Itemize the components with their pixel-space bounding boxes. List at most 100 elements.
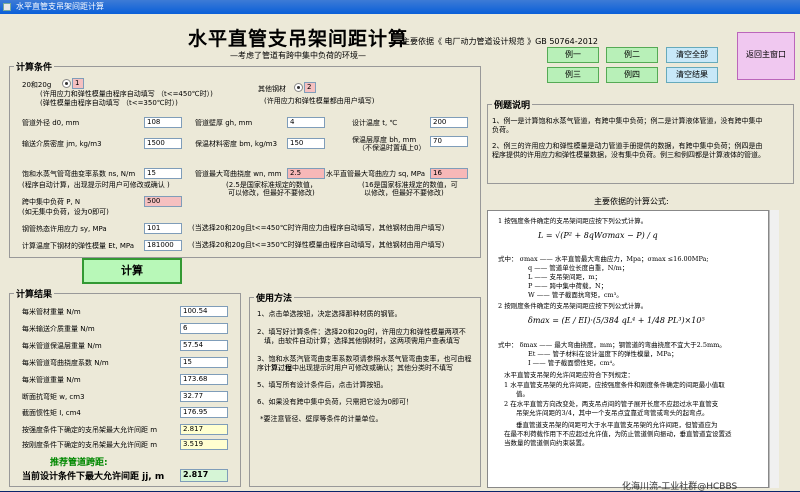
bending-coef-output: 15 [180,357,228,368]
pipe-weight-output: 100.54 [180,306,228,317]
formula-line: q —— 管道单位长度自重，N/m； [528,264,629,272]
concentrated-load-input[interactable]: 500 [144,196,182,207]
usage-legend: 使用方法 [254,291,295,304]
max-spacing-label: 当前设计条件下最大允许间距 jj, m [22,472,165,482]
result-label: 截面惯性矩 I, cm4 [22,409,81,417]
insulation-thickness-hint: （不保温时置填上0） [358,144,426,152]
result-label: 每米管道保温层重量 N/m [22,342,102,350]
design-temperature-input[interactable]: 200 [430,117,468,128]
clear-all-button[interactable]: 清空全部 [666,47,718,63]
allowable-stress-input[interactable]: 101 [144,223,182,234]
formula-line: 值。 [516,390,529,398]
example-1-button[interactable]: 例一 [547,47,599,63]
field-label: 设计温度 t, ℃ [352,119,398,127]
usage-line: 计算过程中出现提示时用户可修改或确认；其他分类时不填写 [264,364,453,372]
max-deflection-input[interactable]: 2.5 [287,168,325,179]
result-label: 按刚度条件下确定的支吊架最大允许间距 m [22,441,158,449]
formula-scrollbar[interactable] [769,210,779,488]
bending-coefficient-hint: (程序自动计算，出现提示时用户可修改或确认 ) [22,181,170,189]
formula-heading: 主要依据的计算公式: [594,197,669,206]
moment-of-inertia-output: 176.95 [180,407,228,418]
field-label: 管道最大弯曲挠度 wn, mm [195,170,282,178]
result-label: 每米输送介质重量 N/m [22,325,95,333]
strength-spacing-output: 2.817 [180,424,228,435]
standard-basis: 主要依据《 电厂动力管道设计规范 》GB 50764-2012 [402,37,599,46]
field-label: 保温材料密度 bm, kg/m3 [195,140,278,148]
radio-other-desc: (许用应力和弹性模量都由用户填写) [264,97,375,105]
stiffness-spacing-output: 3.519 [180,439,228,450]
example-3-button[interactable]: 例三 [547,67,599,83]
usage-panel [249,297,481,487]
insulation-thickness-input[interactable]: 70 [430,136,468,147]
examples-legend: 例题说明 [492,98,533,111]
formula-document: 1 按强度条件确定的支吊架间距应按下列公式计算。 L = √(P² + 8qWσ… [487,210,769,488]
medium-density-input[interactable]: 1500 [144,138,182,149]
formula-line: P —— 跨中集中荷载，N； [528,282,608,290]
usage-line: *要注意管径、壁厚等条件的计量单位。 [260,415,383,423]
formula-line: 1 水平直管支吊架的允许间距，应按强度条件和刚度条件确定的间距最小值取 [504,381,725,389]
formula-line: 当数量的管道侧向约束装置。 [504,439,589,447]
example-2-button[interactable]: 例二 [606,47,658,63]
stress-hint-2: 以修改，但最好不要修改) [364,189,444,197]
total-weight-output: 173.68 [180,374,228,385]
radio-other-value: 2 [304,82,316,93]
formula-line: Et —— 管子材料在设计温度下的弹性模量，MPa； [528,350,678,358]
usage-line: 2、填写好计算条件：选择20和20g时，许用应力和弹性模量两项不 [257,328,466,336]
result-label: 每米管道重量 N/m [22,376,81,384]
result-label: 每米管道弯曲挠度系数 N/m [22,359,109,367]
recommend-label: 推荐管道跨距: [50,458,108,468]
field-label: 水平直管最大弯曲应力 sq, MPa [326,170,426,178]
formula-line: L —— 支吊架间距，m； [528,273,602,281]
watermark-text: 化海川流-工业社群@HCBBS [622,482,738,492]
formula-line: 在最不利荷载作用下不应超过允许值，为防止管道侧向振动，垂直管道宜设置适 [504,430,732,438]
return-main-window-button[interactable]: 返回主窗口 [737,32,795,80]
field-label: 跨中集中负荷 P, N [22,198,81,206]
usage-line: 5、填写所有设计条件后，点击计算按钮。 [257,381,388,389]
formula-line: 2 在水平直管方向改变处，两支吊点间的管子展开长度不应超过水平直管支 [504,400,719,408]
elastic-modulus-hint: (当选择20和20g且t<=350℃时弹性模量由程序自动填写，其他钢材由用户填写… [192,241,445,249]
formula-line: 式中： δmax —— 最大弯曲挠度，mm；钢管道的弯曲挠度不宜大于2.5mm。 [498,341,726,349]
formula-line: 1 按强度条件确定的支吊架间距应按下列公式计算。 [498,217,648,225]
max-bending-stress-input[interactable]: 16 [430,168,468,179]
usage-line: 6、如果没有跨中集中负荷，只需把它设为0即可！ [257,398,413,406]
window-title: 水平直管支吊架间距计算 [16,2,104,11]
example-line: 负荷。 [492,126,513,134]
radio-other-steel[interactable] [294,83,303,92]
deflection-hint-2: 可以修改，但最好不要修改) [228,189,315,197]
formula-line: 2 按刚度条件确定的支吊架间距应按下列公式计算。 [498,302,648,310]
example-line: 2、例三的许用应力和弹性模量是动力管道手册提供的数据，有跨中集中负荷；例四是由 [492,142,763,150]
bending-coefficient-input[interactable]: 15 [144,168,182,179]
result-label: 每米管材重量 N/m [22,308,81,316]
outer-diameter-input[interactable]: 108 [144,117,182,128]
result-label: 断面抗弯矩 w, cm3 [22,393,85,401]
calculate-button[interactable]: 计算 [82,258,182,284]
insulation-density-input[interactable]: 150 [287,138,325,149]
allowable-stress-hint: (当选择20和20g且t<=450℃时许用应力由程序自动填写，其他钢材由用户填写… [192,224,445,232]
radio-other-label: 其他钢材 [258,85,286,93]
title-bar: 水平直管支吊架间距计算 [0,0,800,14]
medium-weight-output: 6 [180,323,228,334]
radio-20g[interactable] [62,79,71,88]
field-label: 输送介质密度 jm, kg/m3 [22,140,102,148]
example-line: 1、例一是计算饱和水蒸气管道，有跨中集中负荷；例二是计算液体管道，没有跨中集中 [492,117,763,125]
main-form: 水平直管支吊架间距计算 —考虑了管道有跨中集中负荷的环境— 主要依据《 电厂动力… [2,14,798,492]
results-legend: 计算结果 [14,287,55,300]
formula-line: 吊架允许间距的3/4，其中一个支吊点宜靠近弯管或弯头的起弯点。 [516,409,709,417]
elastic-modulus-input[interactable]: 181000 [144,240,182,251]
field-label: 管道外径 d0, mm [22,119,80,127]
max-spacing-output: 2.817 [180,469,228,482]
result-label: 按强度条件下确定的支吊架最大允许间距 m [22,426,158,434]
wall-thickness-input[interactable]: 4 [287,117,325,128]
conditions-legend: 计算条件 [14,60,55,73]
page-title: 水平直管支吊架间距计算 [188,28,409,50]
example-line: 程序提供的许用应力和弹性模量数据，没有集中负荷。例三和例四都是计算液体的管道。 [492,151,765,159]
example-4-button[interactable]: 例四 [606,67,658,83]
clear-results-button[interactable]: 清空结果 [666,67,718,83]
radio-20g-value: 1 [72,78,84,89]
usage-line: 1、点击单选按钮，决定选择那种材质的钢管。 [257,310,402,318]
formula-line: 式中： σmax —— 水平直管最大弯曲应力，Mpa；σmax ≤16.00MP… [498,255,709,263]
field-label: 钢管热态许用应力 sy, MPa [22,225,107,233]
field-label: 管道壁厚 gh, mm [195,119,253,127]
usage-line: 填，由软件自动计算；选择其他钢材时，这两项需用户查表填写 [264,337,460,345]
page-subtitle: —考虑了管道有跨中集中负荷的环境— [230,51,366,60]
